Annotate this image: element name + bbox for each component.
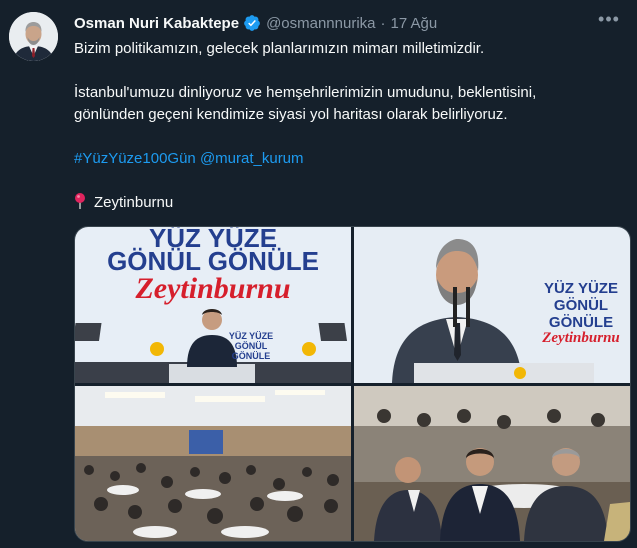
podium-sign-line-3: GÖNÜLE xyxy=(231,351,271,361)
avatar-portrait xyxy=(9,12,58,61)
hall-photo-graphic xyxy=(75,386,351,541)
tweet-tags-line: #YüzYüze100Gün @murat_kurum xyxy=(74,148,624,170)
podium-banner-line-1: YÜZ YÜZE xyxy=(544,280,618,297)
header-separator: · xyxy=(380,14,386,32)
tweet-header: Osman Nuri Kabaktepe @osmannnurika · 17 … xyxy=(74,12,437,34)
photo-hall-crowd[interactable] xyxy=(75,386,351,541)
banner-title-line-3: Zeytinburnu xyxy=(135,272,291,305)
podium-banner: YÜZ YÜZE GÖNÜL GÖNÜLE xyxy=(532,280,630,331)
podium-sign-line-2: GÖNÜL xyxy=(234,341,268,351)
guests-photo-graphic xyxy=(354,386,630,541)
more-options-icon[interactable]: ••• xyxy=(597,10,621,34)
tweet-date[interactable]: 17 Ağu xyxy=(391,15,438,32)
podium-sign-line-1: YÜZ YÜZE xyxy=(228,331,274,341)
tweet-text: Bizim politikamızın, gelecek planlarımız… xyxy=(74,38,624,214)
avatar[interactable] xyxy=(9,12,58,61)
podium-banner-line-3: GÖNÜLE xyxy=(548,314,614,331)
tweet-line-1: Bizim politikamızın, gelecek planlarımız… xyxy=(74,40,485,57)
tweet-line-3: gönlünden geçeni kendimize siyasi yol ha… xyxy=(74,106,508,123)
banner-title-line-2: GÖNÜL GÖNÜLE xyxy=(107,246,319,276)
author-name[interactable]: Osman Nuri Kabaktepe xyxy=(74,15,239,32)
location-pin-icon xyxy=(75,193,85,209)
location-line: Zeytinburnu xyxy=(74,192,624,214)
photo-seated-guests[interactable] xyxy=(354,386,630,541)
mention-link[interactable]: @murat_kurum xyxy=(200,150,304,167)
podium-banner-line-2: GÖNÜL xyxy=(553,297,609,314)
location-text: Zeytinburnu xyxy=(94,194,174,211)
tweet-line-2: İstanbul'umuzu dinliyoruz ve hemşehriler… xyxy=(74,84,537,101)
tweet[interactable]: Osman Nuri Kabaktepe @osmannnurika · 17 … xyxy=(0,0,637,548)
podium-banner-line-4: Zeytinburnu xyxy=(542,330,620,346)
verified-badge-icon xyxy=(244,15,260,31)
hashtag-link[interactable]: #YüzYüze100Gün xyxy=(74,150,196,167)
media-grid: YÜZ YÜZE GÖNÜL GÖNÜLE Zeytinburnu YÜZ YÜ… xyxy=(74,226,631,542)
podium-sign: YÜZ YÜZE GÖNÜL GÖNÜLE xyxy=(221,331,281,361)
author-handle[interactable]: @osmannnurika xyxy=(266,15,375,32)
photo-podium-speaker[interactable]: YÜZ YÜZE GÖNÜL GÖNÜLE Zeytinburnu xyxy=(354,227,630,383)
photo-stage-speaker[interactable]: YÜZ YÜZE GÖNÜL GÖNÜLE Zeytinburnu YÜZ YÜ… xyxy=(75,227,351,383)
